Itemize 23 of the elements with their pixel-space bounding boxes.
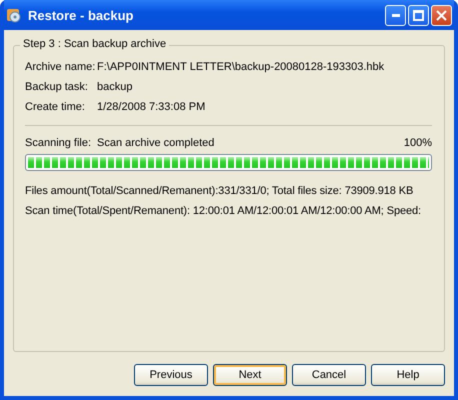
field-value: backup xyxy=(97,81,132,93)
field-value: 1/28/2008 7:33:08 PM xyxy=(97,101,206,113)
close-button[interactable] xyxy=(431,4,452,26)
stats-text: Files amount(Total/Scanned/Remanent):331/331/0; Total files size: 73909.918 KB xyxy=(25,185,414,197)
field-label: Create time: xyxy=(25,101,86,113)
percent-label: 100% xyxy=(404,137,432,149)
close-icon xyxy=(436,10,447,20)
field-label: Scanning file: xyxy=(25,137,92,149)
field-value: Scan archive completed xyxy=(97,137,214,149)
dialog-button[interactable]: Help xyxy=(371,364,445,386)
maximize-button[interactable] xyxy=(408,4,429,26)
field-label: Archive name: xyxy=(25,61,96,73)
field-value: F:\APP0INTMENT LETTER\backup-20080128-193303.hbk xyxy=(97,61,384,73)
group-title: Step 3 : Scan backup archive xyxy=(20,38,170,50)
dialog-button[interactable]: Cancel xyxy=(292,364,366,386)
minimize-button[interactable] xyxy=(385,4,406,26)
window-title: Restore - backup xyxy=(28,8,134,22)
minimize-icon xyxy=(392,14,400,16)
dialog-button[interactable]: Next xyxy=(213,364,287,386)
dialog-button[interactable]: Previous xyxy=(134,364,208,386)
field-label: Backup task: xyxy=(25,81,89,93)
stats-text: Scan time(Total/Spent/Remanent): 12:00:01 AM/12:00:01 AM/12:00:00 AM; Speed: xyxy=(25,205,421,217)
maximize-icon xyxy=(413,10,424,20)
